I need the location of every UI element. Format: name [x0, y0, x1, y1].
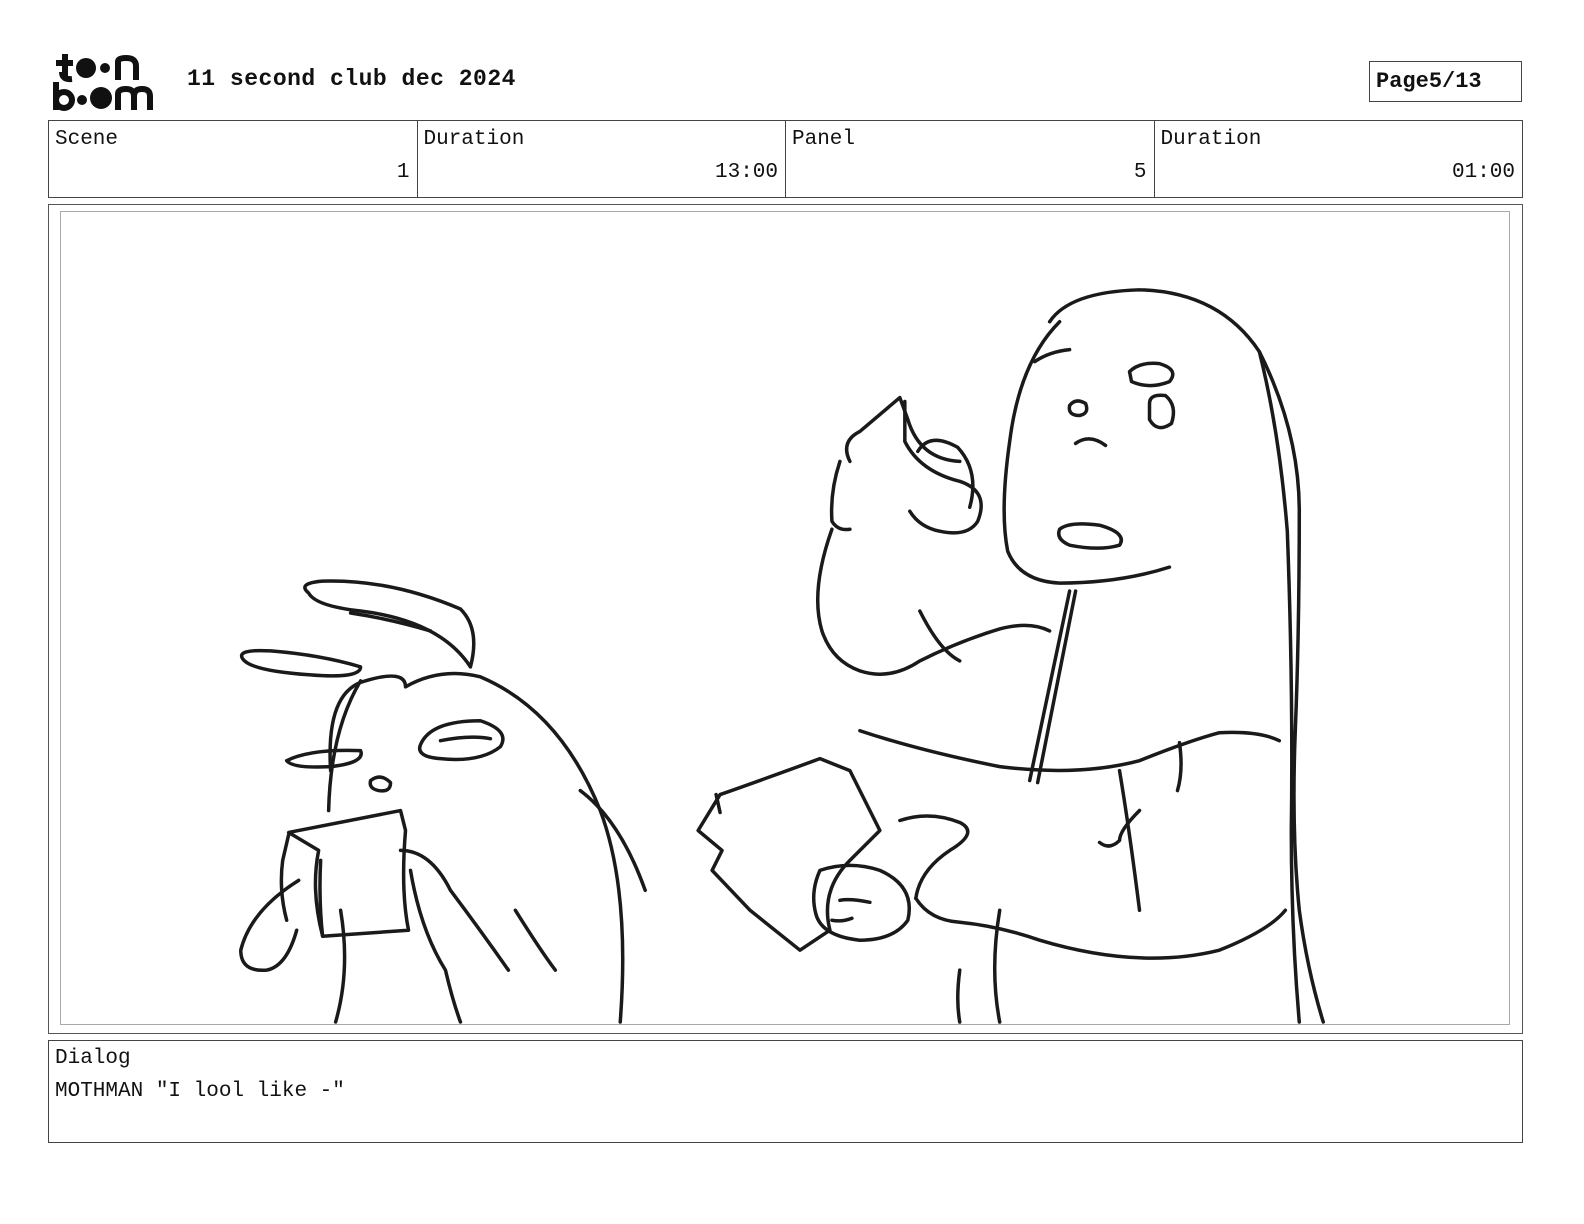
panel-duration-cell: Duration 01:00: [1155, 121, 1523, 197]
scene-duration-cell: Duration 13:00: [418, 121, 786, 197]
storyboard-panel-image: [60, 211, 1510, 1025]
scene-cell: Scene 1: [49, 121, 418, 197]
storyboard-panel-frame: [48, 204, 1523, 1034]
dialog-box: Dialog MOTHMAN "I lool like -": [48, 1040, 1523, 1143]
panel-label: Panel: [792, 128, 856, 151]
toonboom-logo: [50, 50, 166, 114]
toonboom-logo-mark: [53, 54, 153, 111]
page-number: 5/13: [1428, 69, 1482, 94]
panel-cell: Panel 5: [786, 121, 1155, 197]
project-title: 11 second club dec 2024: [187, 66, 516, 92]
scene-duration-value: 13:00: [714, 161, 778, 184]
scene-duration-label: Duration: [423, 128, 525, 151]
page-label: Page: [1376, 69, 1429, 94]
dialog-label: Dialog: [55, 1047, 131, 1070]
panel-duration-value: 01:00: [1451, 161, 1515, 184]
scene-number: 1: [396, 161, 410, 184]
scene-label: Scene: [55, 128, 119, 151]
panel-duration-label: Duration: [1160, 128, 1262, 151]
page-indicator: Page 5/13: [1369, 61, 1522, 102]
dialog-text: MOTHMAN "I lool like -": [55, 1080, 345, 1103]
panel-number: 5: [1133, 161, 1147, 184]
sketch-drawing: [239, 288, 1326, 1024]
panel-info-row: Scene 1 Duration 13:00 Panel 5 Duration …: [48, 120, 1523, 198]
